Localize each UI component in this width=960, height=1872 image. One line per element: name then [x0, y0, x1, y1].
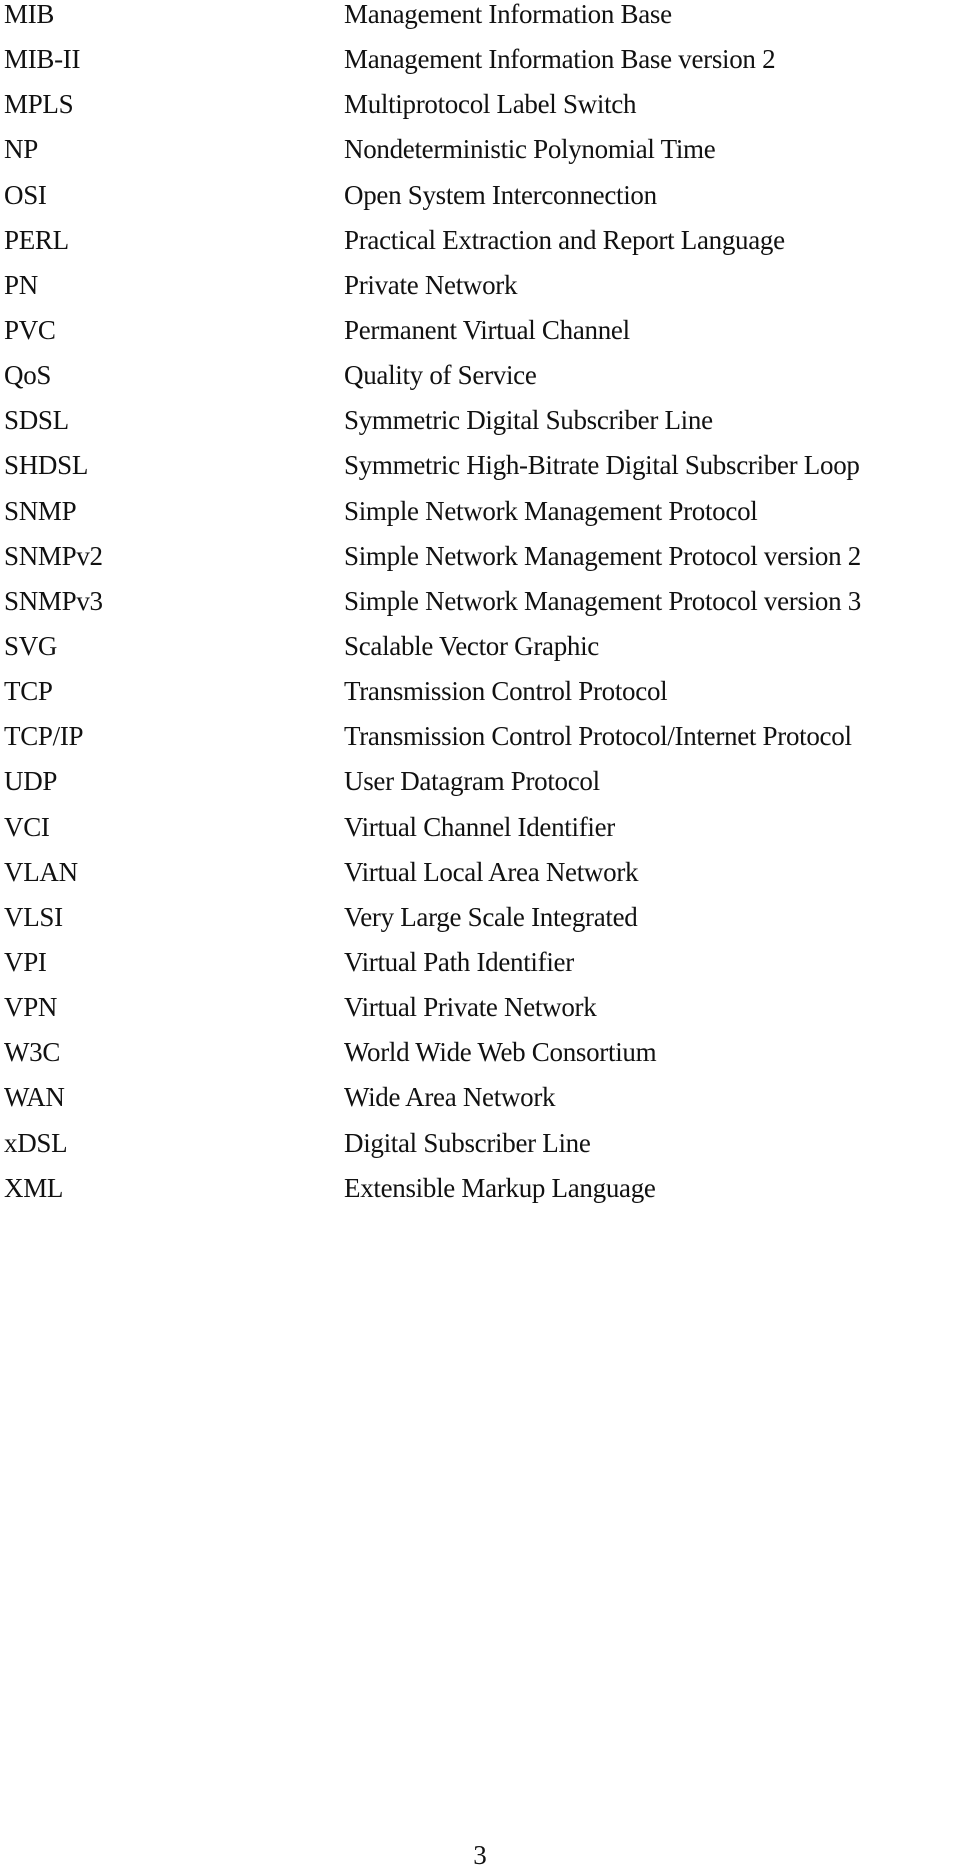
abbreviation-term: VPI: [4, 946, 47, 977]
abbreviation-term: TCP: [4, 676, 53, 707]
abbreviation-row: VLSI Very Large Scale Integrated: [0, 901, 960, 948]
abbreviation-row: VPI Virtual Path Identifier: [0, 946, 960, 993]
abbreviation-term: MIB: [4, 0, 55, 29]
abbreviation-term: W3C: [4, 1037, 61, 1068]
abbreviation-term: NP: [4, 134, 38, 165]
abbreviation-term: VCI: [4, 811, 50, 842]
abbreviation-term: VPN: [4, 992, 58, 1023]
abbreviation-row: TCP Transmission Control Protocol: [0, 676, 960, 722]
abbreviation-term: MIB-II: [4, 44, 81, 75]
abbreviation-definition: Symmetric High-Bitrate Digital Subscribe…: [344, 450, 860, 481]
abbreviation-row: NP Nondeterministic Polynomial Time: [0, 134, 960, 180]
abbreviation-row: PVC Permanent Virtual Channel: [0, 314, 960, 361]
abbreviation-definition: Virtual Private Network: [344, 992, 597, 1023]
abbreviation-definition: Digital Subscriber Line: [344, 1127, 591, 1158]
abbreviation-row: SVG Scalable Vector Graphic: [0, 630, 960, 677]
abbreviation-term: SNMPv2: [4, 540, 103, 571]
abbreviation-term: OSI: [4, 179, 47, 210]
abbreviation-list: MIB Management Information Base MIB-II Man…: [0, 0, 960, 1219]
abbreviation-term: SVG: [4, 630, 58, 661]
abbreviation-row: MPLS Multiprotocol Label Switch: [0, 89, 960, 135]
abbreviation-definition: Nondeterministic Polynomial Time: [344, 134, 716, 165]
abbreviation-row: SNMP Simple Network Management Protocol: [0, 495, 960, 542]
abbreviation-term: MPLS: [4, 89, 74, 120]
abbreviation-definition: Practical Extraction and Report Language: [344, 224, 785, 255]
abbreviation-definition: Management Information Base: [344, 0, 672, 29]
abbreviation-definition: Transmission Control Protocol: [344, 676, 668, 707]
abbreviation-definition: Symmetric Digital Subscriber Line: [344, 405, 713, 436]
abbreviation-row: VCI Virtual Channel Identifier: [0, 811, 960, 858]
abbreviation-term: SNMP: [4, 495, 77, 526]
abbreviation-definition: Open System Interconnection: [344, 179, 657, 210]
abbreviation-term: PVC: [4, 314, 56, 345]
abbreviation-row: QoS Quality of Service: [0, 360, 960, 406]
abbreviation-definition: Simple Network Management Protocol: [344, 495, 758, 526]
abbreviation-definition: Virtual Path Identifier: [344, 946, 574, 977]
abbreviation-row: PERL Practical Extraction and Report Lang…: [0, 224, 960, 271]
abbreviation-row: XML Extensible Markup Language: [0, 1172, 960, 1219]
abbreviation-definition: Quality of Service: [344, 360, 537, 391]
abbreviation-row: SHDSL Symmetric High-Bitrate Digital Subs…: [0, 450, 960, 496]
abbreviation-term: VLSI: [4, 901, 63, 932]
abbreviation-row: WAN Wide Area Network: [0, 1082, 960, 1128]
abbreviation-row: PN Private Network: [0, 269, 960, 316]
abbreviation-row: SNMPv2 Simple Network Management Protocol…: [0, 540, 960, 587]
abbreviation-definition: World Wide Web Consortium: [344, 1037, 657, 1068]
abbreviation-row: UDP User Datagram Protocol: [0, 766, 960, 812]
abbreviation-definition: Transmission Control Protocol/Internet P…: [344, 721, 852, 752]
page-number: 3: [473, 1840, 487, 1870]
abbreviation-row: TCP/IP Transmission Control Protocol/Inte…: [0, 721, 960, 767]
abbreviation-term: SNMPv3: [4, 585, 103, 616]
abbreviation-term: PN: [4, 269, 38, 300]
abbreviation-term: QoS: [4, 360, 52, 391]
abbreviation-row: MIB-II Management Information Base versio…: [0, 44, 960, 90]
abbreviation-row: SDSL Symmetric Digital Subscriber Line: [0, 405, 960, 451]
abbreviation-row: OSI Open System Interconnection: [0, 179, 960, 226]
abbreviation-definition: Multiprotocol Label Switch: [344, 89, 637, 120]
abbreviation-definition: Simple Network Management Protocol versi…: [344, 585, 861, 616]
abbreviation-term: SDSL: [4, 405, 69, 436]
abbreviation-term: WAN: [4, 1082, 65, 1113]
abbreviation-definition: Private Network: [344, 269, 518, 300]
abbreviation-term: SHDSL: [4, 450, 89, 481]
abbreviation-definition: Permanent Virtual Channel: [344, 314, 630, 345]
abbreviation-row: W3C World Wide Web Consortium: [0, 1037, 960, 1083]
abbreviation-term: PERL: [4, 224, 69, 255]
abbreviation-term: VLAN: [4, 856, 78, 887]
abbreviation-row: SNMPv3 Simple Network Management Protocol…: [0, 585, 960, 632]
abbreviation-definition: Simple Network Management Protocol versi…: [344, 540, 861, 571]
abbreviation-definition: Scalable Vector Graphic: [344, 630, 599, 661]
abbreviation-definition: Extensible Markup Language: [344, 1172, 656, 1203]
abbreviation-definition: User Datagram Protocol: [344, 766, 600, 797]
abbreviation-term: XML: [4, 1172, 64, 1203]
abbreviation-definition: Virtual Local Area Network: [344, 856, 639, 887]
abbreviation-definition: Management Information Base version 2: [344, 44, 776, 75]
abbreviation-term: TCP/IP: [4, 721, 84, 752]
abbreviation-definition: Wide Area Network: [344, 1082, 556, 1113]
abbreviation-row: VPN Virtual Private Network: [0, 992, 960, 1038]
abbreviation-term: UDP: [4, 766, 58, 797]
abbreviation-definition: Very Large Scale Integrated: [344, 901, 638, 932]
abbreviation-term: xDSL: [4, 1127, 68, 1158]
abbreviation-definition: Virtual Channel Identifier: [344, 811, 615, 842]
abbreviation-row: MIB Management Information Base: [0, 0, 960, 45]
abbreviation-row: VLAN Virtual Local Area Network: [0, 856, 960, 903]
abbreviation-row: xDSL Digital Subscriber Line: [0, 1127, 960, 1174]
